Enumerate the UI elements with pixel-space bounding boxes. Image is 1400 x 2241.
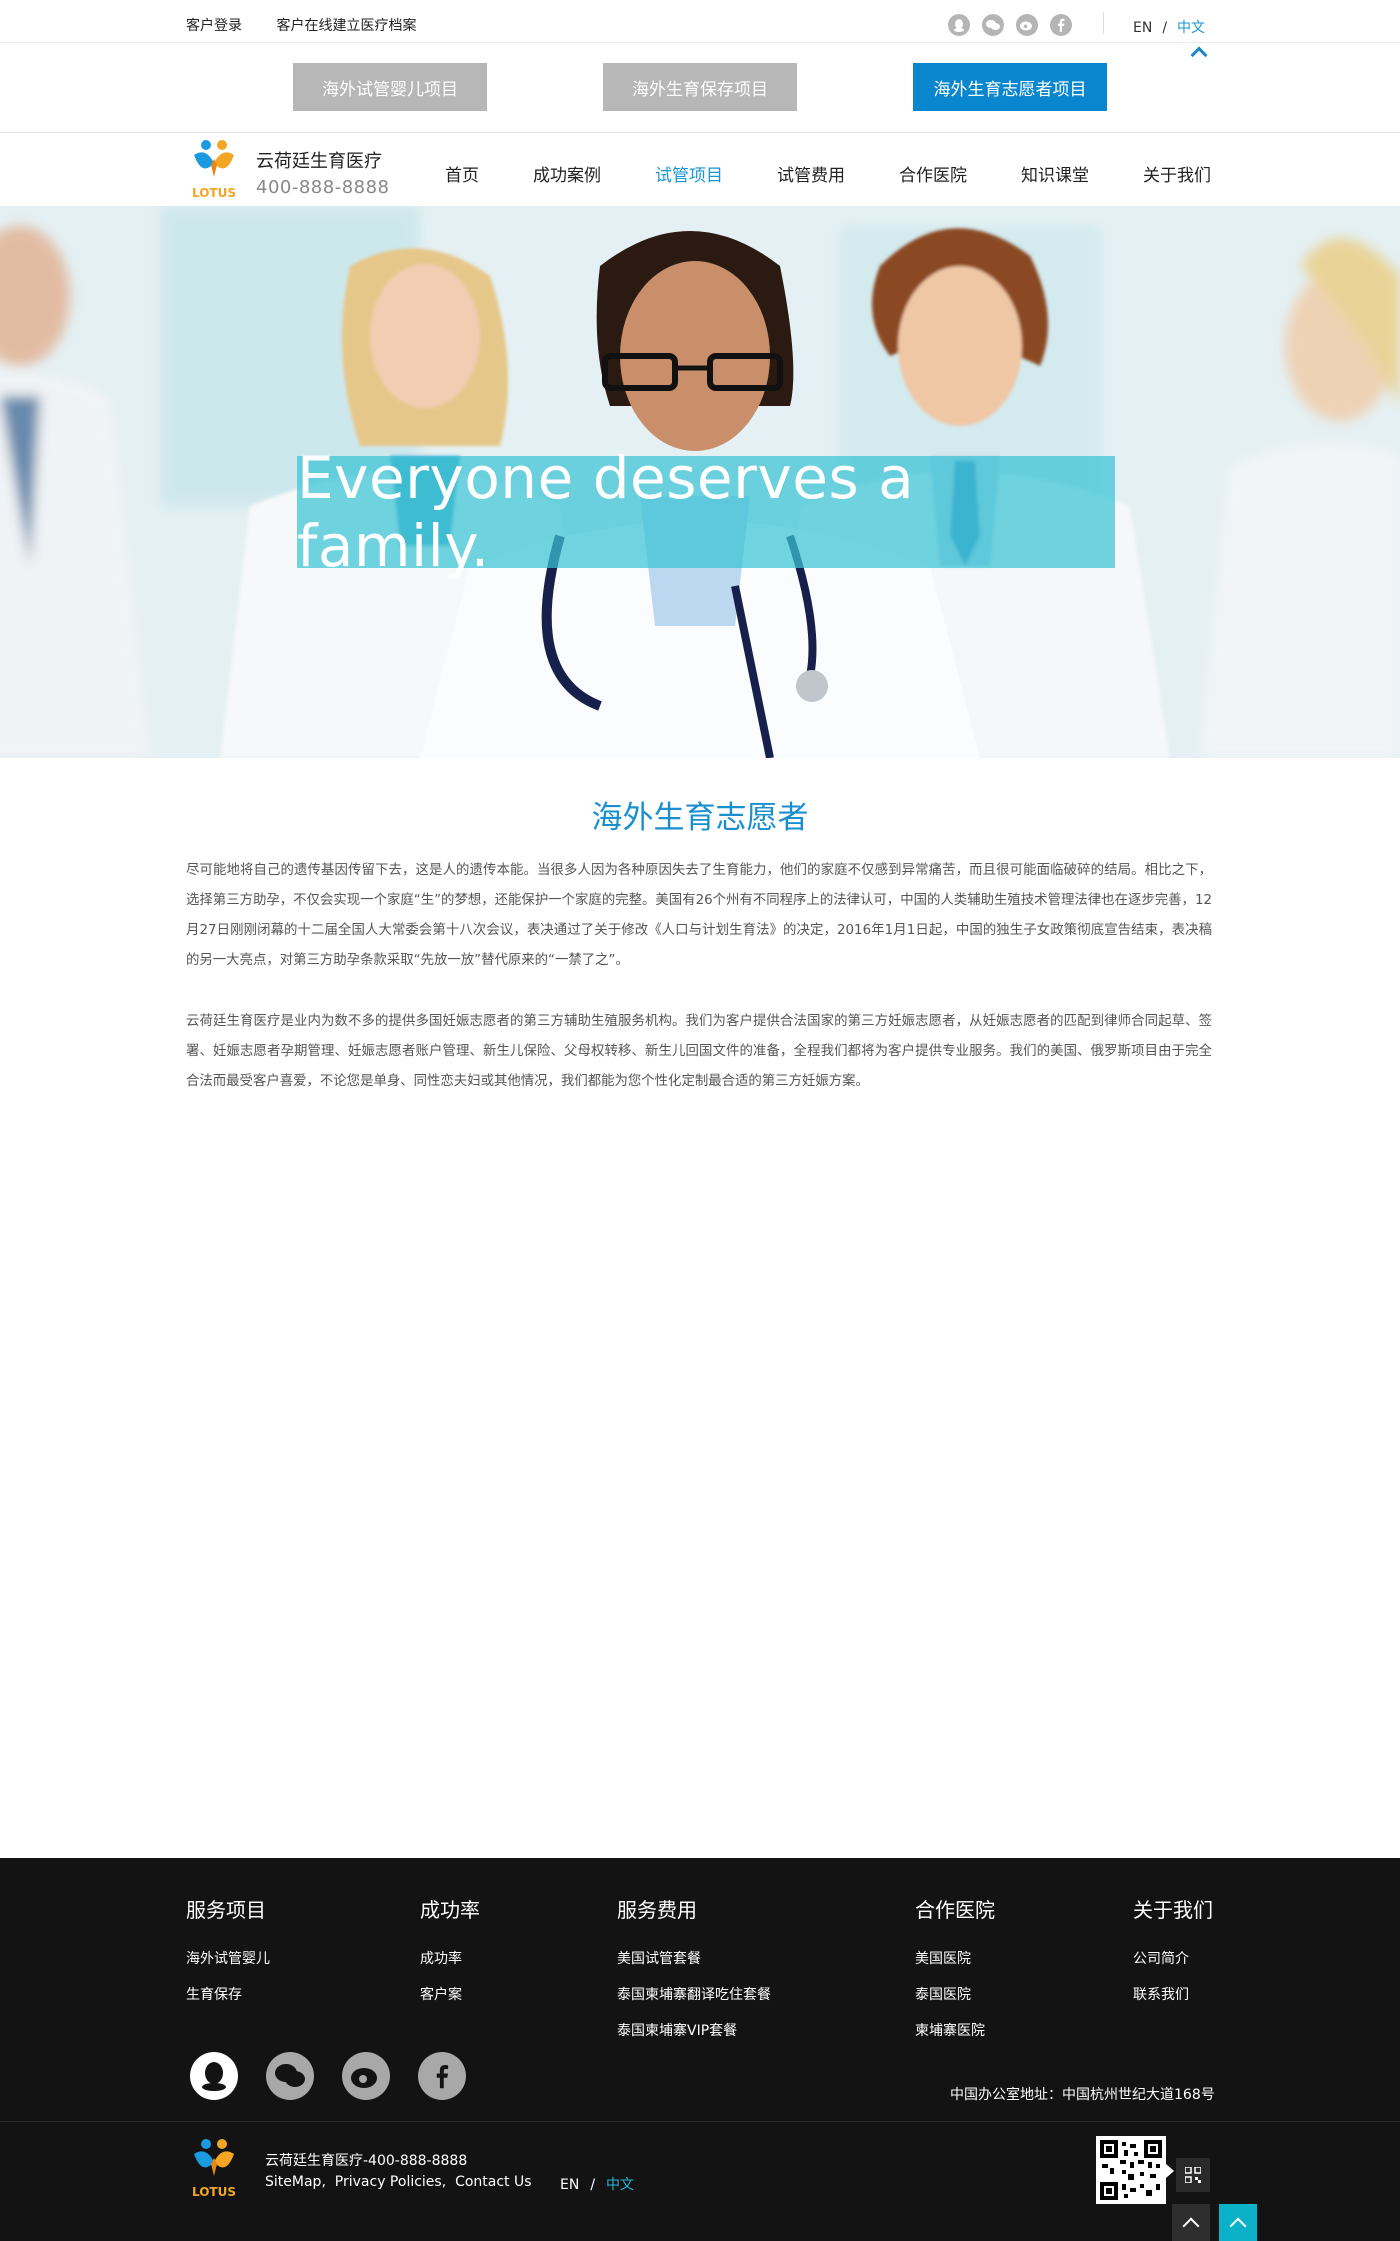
footer-col-heading: 关于我们 [1133, 1898, 1213, 1922]
footer-link[interactable]: 成功率 [420, 1941, 480, 1977]
nav-item-ivf-costs[interactable]: 试管费用 [777, 161, 845, 186]
sitemap-link[interactable]: SiteMap [265, 2174, 321, 2190]
back-to-top-button[interactable] [1219, 2204, 1257, 2241]
customer-login-link[interactable]: 客户登录 [186, 18, 242, 34]
page-title: 海外生育志愿者 [591, 800, 809, 836]
svg-text:LOTUS: LOTUS [192, 186, 236, 200]
nav-item-partner-hospitals[interactable]: 合作医院 [899, 161, 967, 186]
top-links: 客户登录 客户在线建立医疗档案 [186, 15, 446, 35]
top-social-icons [948, 14, 1072, 36]
tab-surrogacy-volunteer[interactable]: 海外生育志愿者项目 [913, 63, 1107, 111]
office-address: 中国办公室地址：中国杭州世纪大道168号 [950, 2087, 1215, 2103]
footer-col-heading: 合作医院 [915, 1898, 995, 1922]
privacy-link[interactable]: Privacy Policies [335, 2174, 442, 2190]
project-tabs-bar: 海外试管婴儿项目 海外生育保存项目 海外生育志愿者项目 [0, 43, 1400, 133]
footer-link[interactable]: 公司简介 [1133, 1941, 1213, 1977]
footer-col-hospitals: 合作医院 美国医院 泰国医院 柬埔寨医院 [915, 1894, 995, 2049]
lang-en-link[interactable]: EN [1133, 20, 1152, 36]
footer-link[interactable]: 泰国柬埔寨翻译吃住套餐 [617, 1977, 771, 2013]
qq-icon[interactable] [190, 2052, 238, 2100]
lotus-logo[interactable]: LOTUS [184, 137, 244, 201]
lang-separator: / [590, 2177, 596, 2193]
intro-paragraph: 尽可能地将自己的遗传基因传留下去，这是人的遗传本能。当很多人因为各种原因失去了生… [186, 863, 1212, 968]
qr-code [1096, 2136, 1166, 2204]
language-switch: EN / 中文 [1133, 17, 1205, 37]
lang-zh-link[interactable]: 中文 [1177, 20, 1205, 36]
facebook-icon[interactable] [1050, 14, 1072, 36]
site-footer: 服务项目 海外试管婴儿 生育保存 成功率 成功率 客户案 服务费用 美国试管套餐… [0, 1858, 1400, 2241]
hero-banner: Everyone deserves a family. [297, 444, 1115, 580]
footer-divider [0, 2121, 1400, 2122]
footer-bottom-links: SiteMap, Privacy Policies, Contact Us [265, 2174, 532, 2190]
weibo-icon[interactable] [1016, 14, 1038, 36]
link-separator: , [321, 2174, 326, 2190]
wechat-icon[interactable] [266, 2052, 314, 2100]
chevron-up-icon [1229, 2217, 1247, 2234]
footer-lang-zh-link[interactable]: 中文 [606, 2177, 634, 2193]
footer-social-icons [190, 2052, 466, 2100]
facebook-icon[interactable] [418, 2052, 466, 2100]
service-paragraph: 云荷廷生育医疗是业内为数不多的提供多国妊娠志愿者的第三方辅助生殖服务机构。我们为… [186, 1014, 1212, 1089]
chevron-up-icon [1182, 2217, 1200, 2234]
footer-col-costs: 服务费用 美国试管套餐 泰国柬埔寨翻译吃住套餐 泰国柬埔寨VIP套餐 [617, 1894, 771, 2049]
footer-link[interactable]: 客户案 [420, 1977, 480, 2013]
nav-item-success-cases[interactable]: 成功案例 [533, 161, 601, 186]
footer-link[interactable]: 泰国柬埔寨VIP套餐 [617, 2013, 771, 2049]
footer-link[interactable]: 美国医院 [915, 1941, 995, 1977]
footer-lotus-logo[interactable]: LOTUS [184, 2136, 244, 2200]
wechat-icon[interactable] [982, 14, 1004, 36]
contact-link[interactable]: Contact Us [455, 2174, 531, 2190]
footer-language-switch: EN / 中文 [560, 2174, 634, 2194]
brand-phone: 400-888-8888 [256, 177, 390, 198]
tab-ivf-project[interactable]: 海外试管婴儿项目 [293, 63, 487, 111]
footer-link[interactable]: 美国试管套餐 [617, 1941, 771, 1977]
footer-col-success: 成功率 成功率 客户案 [420, 1894, 480, 2013]
hero-image: Everyone deserves a family. [0, 206, 1400, 758]
tab-fertility-preservation[interactable]: 海外生育保存项目 [603, 63, 797, 111]
weibo-icon[interactable] [342, 2052, 390, 2100]
footer-col-heading: 成功率 [420, 1898, 480, 1922]
hero-headline: Everyone deserves a family. [297, 444, 915, 580]
link-separator: , [441, 2174, 447, 2190]
footer-col-heading: 服务项目 [186, 1898, 266, 1922]
footer-col-heading: 服务费用 [617, 1898, 697, 1922]
nav-item-home[interactable]: 首页 [445, 161, 479, 186]
footer-link[interactable]: 海外试管婴儿 [186, 1941, 270, 1977]
footer-brand-line: 云荷廷生育医疗-400-888-8888 [265, 2153, 468, 2169]
svg-text:LOTUS: LOTUS [192, 2185, 236, 2199]
footer-col-services: 服务项目 海外试管婴儿 生育保存 [186, 1894, 270, 2013]
brand-name: 云荷廷生育医疗 [256, 151, 382, 172]
lang-separator: / [1162, 20, 1168, 36]
footer-col-about: 关于我们 公司简介 联系我们 [1133, 1894, 1213, 2013]
footer-lang-en-link[interactable]: EN [560, 2177, 579, 2193]
top-divider [1103, 12, 1104, 34]
qr-code-icon[interactable] [1176, 2158, 1210, 2192]
footer-link[interactable]: 联系我们 [1133, 1977, 1213, 2013]
scroll-up-button[interactable] [1172, 2204, 1210, 2241]
nav-item-ivf-projects[interactable]: 试管项目 [655, 161, 723, 186]
top-bar: 客户登录 客户在线建立医疗档案 EN / 中文 [0, 0, 1400, 43]
qr-pointer [1166, 2164, 1174, 2178]
footer-link[interactable]: 泰国医院 [915, 1977, 995, 2013]
medical-archive-link[interactable]: 客户在线建立医疗档案 [276, 18, 416, 34]
footer-link[interactable]: 生育保存 [186, 1977, 270, 2013]
qq-icon[interactable] [948, 14, 970, 36]
collapse-caret-icon[interactable] [1190, 46, 1208, 64]
footer-link[interactable]: 柬埔寨医院 [915, 2013, 995, 2049]
main-nav: 首页 成功案例 试管项目 试管费用 合作医院 知识课堂 关于我们 [445, 161, 1211, 186]
nav-item-knowledge[interactable]: 知识课堂 [1021, 161, 1089, 186]
site-header: LOTUS 云荷廷生育医疗 400-888-8888 首页 成功案例 试管项目 … [0, 133, 1400, 206]
brand-block: 云荷廷生育医疗 400-888-8888 [256, 147, 390, 198]
nav-item-about[interactable]: 关于我们 [1143, 161, 1211, 186]
